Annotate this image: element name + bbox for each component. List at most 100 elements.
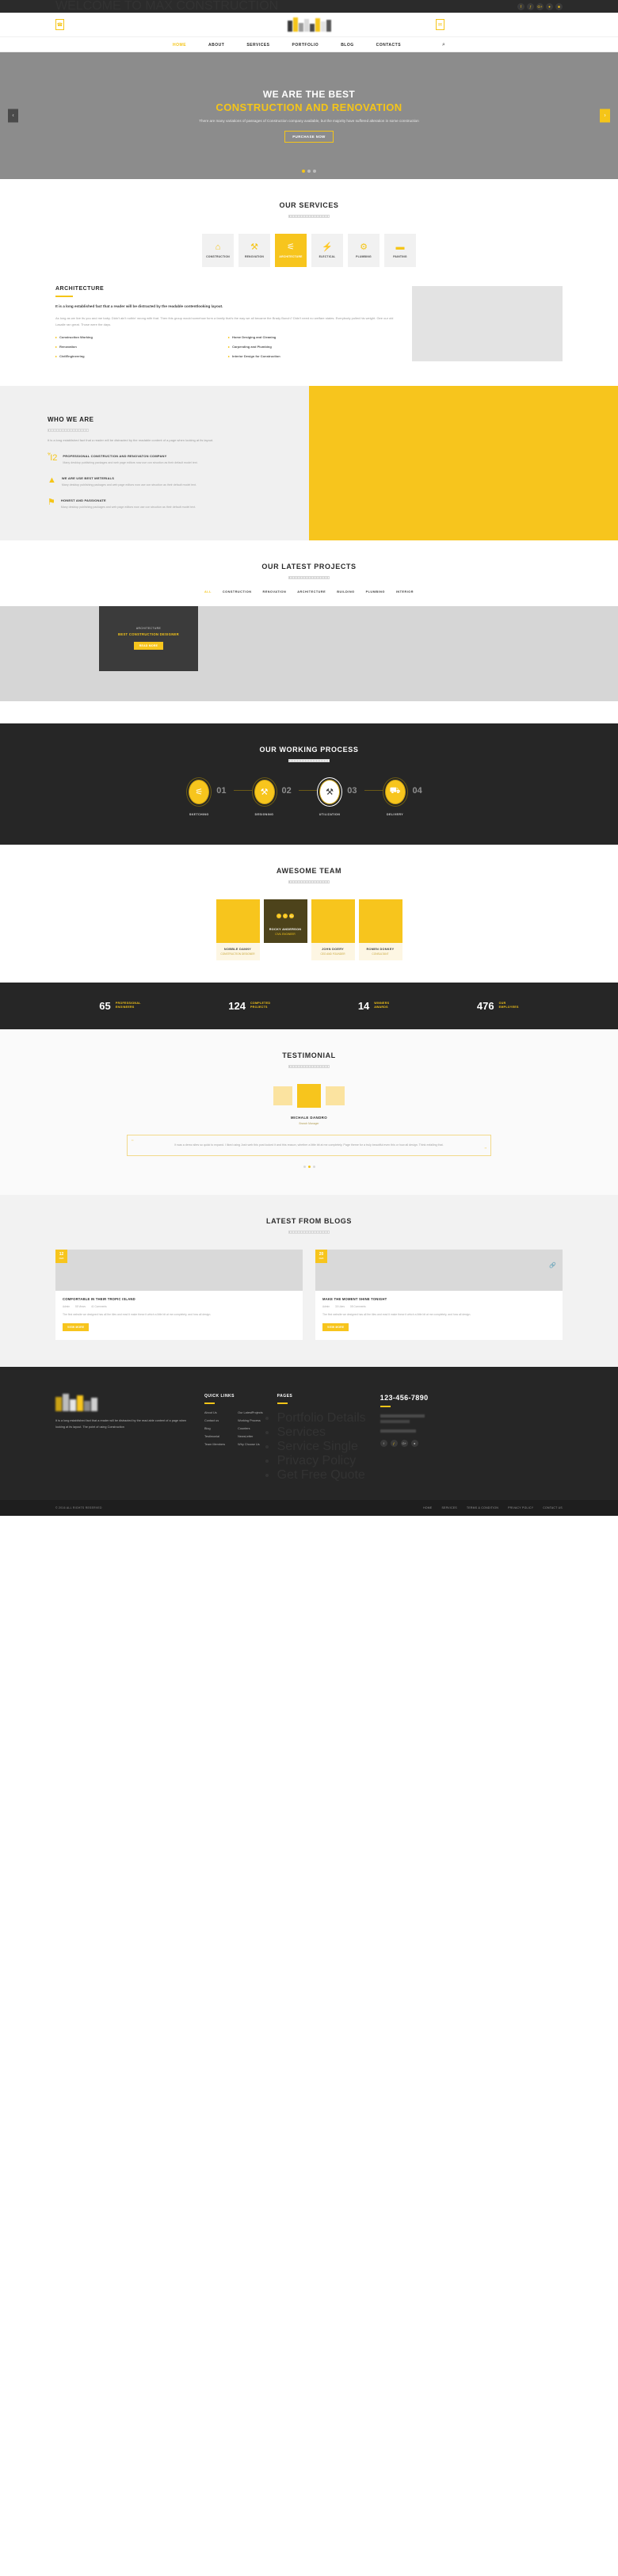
filter-architecture[interactable]: ARCHITECTURE [297, 590, 326, 593]
footer-link[interactable]: Working Process [238, 1419, 262, 1422]
blog-view-more-button[interactable]: VIEW MORE [63, 1322, 90, 1331]
footer-link[interactable]: Why Choose Us [238, 1443, 262, 1446]
footer-nav-contact[interactable]: CONTACT US [543, 1506, 563, 1509]
house-icon: ⌂ [215, 242, 221, 252]
blog-post-title[interactable]: COMFORTABLE IN THEIR TROPIC ISLAND [63, 1297, 296, 1301]
drill-icon: ⚡ [322, 242, 333, 252]
testimonial-dot-3[interactable] [312, 1165, 315, 1168]
nav-item-portfolio[interactable]: PORTFOLIO [292, 43, 319, 48]
nav-item-home[interactable]: HOME [173, 43, 186, 48]
service-card-painting[interactable]: ▬ PAINTING [384, 234, 416, 267]
testimonial-section: TESTIMONIAL MICHALE DANDRO Branch Manage… [0, 1028, 618, 1195]
link-icon[interactable]: 🔗 [549, 1262, 556, 1269]
footer-link[interactable]: Get Free Quote [277, 1468, 366, 1483]
twitter-icon[interactable]: ƒ [527, 2, 534, 10]
google-plus-icon[interactable]: G+ [536, 2, 544, 10]
site-logo[interactable] [287, 17, 331, 32]
dribbble-icon[interactable]: ● [546, 2, 553, 10]
footer-link[interactable]: Testimonial [204, 1435, 225, 1438]
footer-nav-services[interactable]: SERVICES [441, 1506, 457, 1509]
filter-all[interactable]: ALL [204, 590, 212, 593]
footer-link[interactable]: Privacy Policy [277, 1454, 366, 1468]
slider-next-button[interactable]: › [600, 109, 610, 123]
nav-item-blog[interactable]: BLOG [341, 43, 353, 48]
blog-grid: 12 FEB COMFORTABLE IN THEIR TROPIC ISLAN… [55, 1249, 563, 1340]
google-plus-icon[interactable]: G+ [400, 1439, 408, 1447]
nav-item-contacts[interactable]: CONTACTS [376, 43, 401, 48]
twitter-icon[interactable]: ƒ [390, 1439, 398, 1447]
team-card[interactable]: ROMEN DONKEY CONSULTANT [358, 899, 402, 960]
footer-heading-underline [380, 1405, 391, 1407]
service-card-plumbing[interactable]: ⚙ PLUMBING [348, 234, 380, 267]
slider-dot-3[interactable] [313, 170, 316, 173]
facebook-icon[interactable]: f [380, 1439, 387, 1447]
footer-nav-privacy[interactable]: PRIVACY POLICY [508, 1506, 533, 1509]
facebook-icon[interactable]: f [277, 913, 281, 918]
footer-link[interactable]: Team Members [204, 1443, 225, 1446]
team-card[interactable]: NOBBLE DANNY CONSTRUCTION DESIGNER [216, 899, 260, 960]
footer-link[interactable]: About Us [204, 1411, 225, 1414]
main-navigation: HOME ABOUT SERVICES PORTFOLIO BLOG CONTA… [0, 36, 618, 52]
twitter-icon[interactable]: ƒ [283, 913, 288, 918]
testimonial-dot-2[interactable] [307, 1165, 311, 1168]
footer-link[interactable]: Portfolio Details [277, 1411, 366, 1425]
feature-text: Many desktop publishing packages and web… [63, 461, 198, 465]
service-card-electical[interactable]: ⚡ ELECTICAL [311, 234, 343, 267]
blog-author: Admin [63, 1304, 71, 1308]
counter-label: WINNERS AWARDS [374, 1001, 390, 1009]
testimonial-role: Branch Manager [299, 1121, 319, 1125]
footer-logo[interactable] [55, 1393, 190, 1411]
google-plus-icon[interactable]: G+ [289, 913, 294, 918]
slider-dot-2[interactable] [307, 170, 311, 173]
slider-prev-button[interactable]: ‹ [8, 109, 18, 123]
footer-link[interactable]: Counters [238, 1427, 262, 1430]
footer-link[interactable]: Services [277, 1425, 366, 1440]
counter-awards: 14 WINNERS AWARDS [358, 1000, 390, 1012]
list-item: CivilEngineering [55, 354, 228, 358]
team-card[interactable]: JOHN DOERY CEO AND FOUNDER [311, 899, 355, 960]
service-card-renovation[interactable]: ⚒ RENOVATION [238, 234, 270, 267]
avatar[interactable] [273, 1086, 292, 1105]
compass-icon: ⚟ [189, 779, 210, 804]
service-card-construction[interactable]: ⌂ CONSTRUCTION [202, 234, 234, 267]
dribbble-icon[interactable]: ● [410, 1439, 418, 1447]
blog-card[interactable]: 20 FEB 🔗 MAKE THE MOMENT SHINE TONIGHT A… [315, 1249, 563, 1340]
blog-view-more-button[interactable]: VIEW MORE [322, 1322, 349, 1331]
facebook-icon[interactable]: f [517, 2, 525, 10]
avatar[interactable] [297, 1083, 321, 1108]
blog-card[interactable]: 12 FEB COMFORTABLE IN THEIR TROPIC ISLAN… [55, 1249, 303, 1340]
slider-dot-1[interactable] [302, 170, 305, 173]
footer-link[interactable]: NewsLetter [238, 1435, 262, 1438]
footer-email-line [380, 1429, 416, 1433]
filter-construction[interactable]: CONSTRUCTION [223, 590, 252, 593]
step-connector [233, 790, 254, 792]
testimonial-dot-1[interactable] [303, 1165, 306, 1168]
footer-nav-terms[interactable]: TERMS & CONDITION [467, 1506, 498, 1509]
nav-item-about[interactable]: ABOUT [208, 43, 224, 48]
nav-item-services[interactable]: SERVICES [246, 43, 269, 48]
footer-link[interactable]: Contact us [204, 1419, 225, 1422]
team-social-links: f ƒ G+ [264, 913, 307, 918]
filter-building[interactable]: BUILDING [337, 590, 354, 593]
project-read-more-button[interactable]: READ MORE [133, 642, 164, 651]
footer-link[interactable]: Blog [204, 1427, 225, 1430]
footer-nav-home[interactable]: HOME [423, 1506, 432, 1509]
avatar[interactable] [326, 1086, 345, 1105]
footer-phone[interactable]: 123-456-7890 [380, 1394, 429, 1402]
blog-post-title[interactable]: MAKE THE MOMENT SHINE TONIGHT [322, 1297, 555, 1301]
hero-slider: ‹ › WE ARE THE BEST CONSTRUCTION AND REN… [0, 52, 618, 179]
project-card[interactable]: ARCHITECTURE BEST CONSTRUCTION DESIGNER … [99, 605, 198, 671]
filter-plumbing[interactable]: PLUMBING [366, 590, 385, 593]
filter-renovation[interactable]: RENOVATION [263, 590, 287, 593]
behance-icon[interactable]: ■ [555, 2, 563, 10]
footer-link[interactable]: Service Single [277, 1440, 366, 1454]
search-icon[interactable]: ⌕ [442, 42, 445, 48]
footer-heading-underline [277, 1402, 288, 1404]
team-card[interactable]: f ƒ G+ ROCKY ANDERSON CIVIL ENGINEER [263, 899, 307, 960]
filter-interior[interactable]: INTERIOR [396, 590, 414, 593]
lightbulb-icon: ⚑ [48, 497, 55, 507]
team-name: ROCKY ANDERSON [269, 927, 302, 931]
footer-link[interactable]: Our LatestProjects [238, 1411, 262, 1414]
service-card-architecture[interactable]: ⚟ ARCHITECTURE [275, 234, 307, 267]
purchase-now-button[interactable]: PURCHASE NOW [284, 131, 334, 143]
